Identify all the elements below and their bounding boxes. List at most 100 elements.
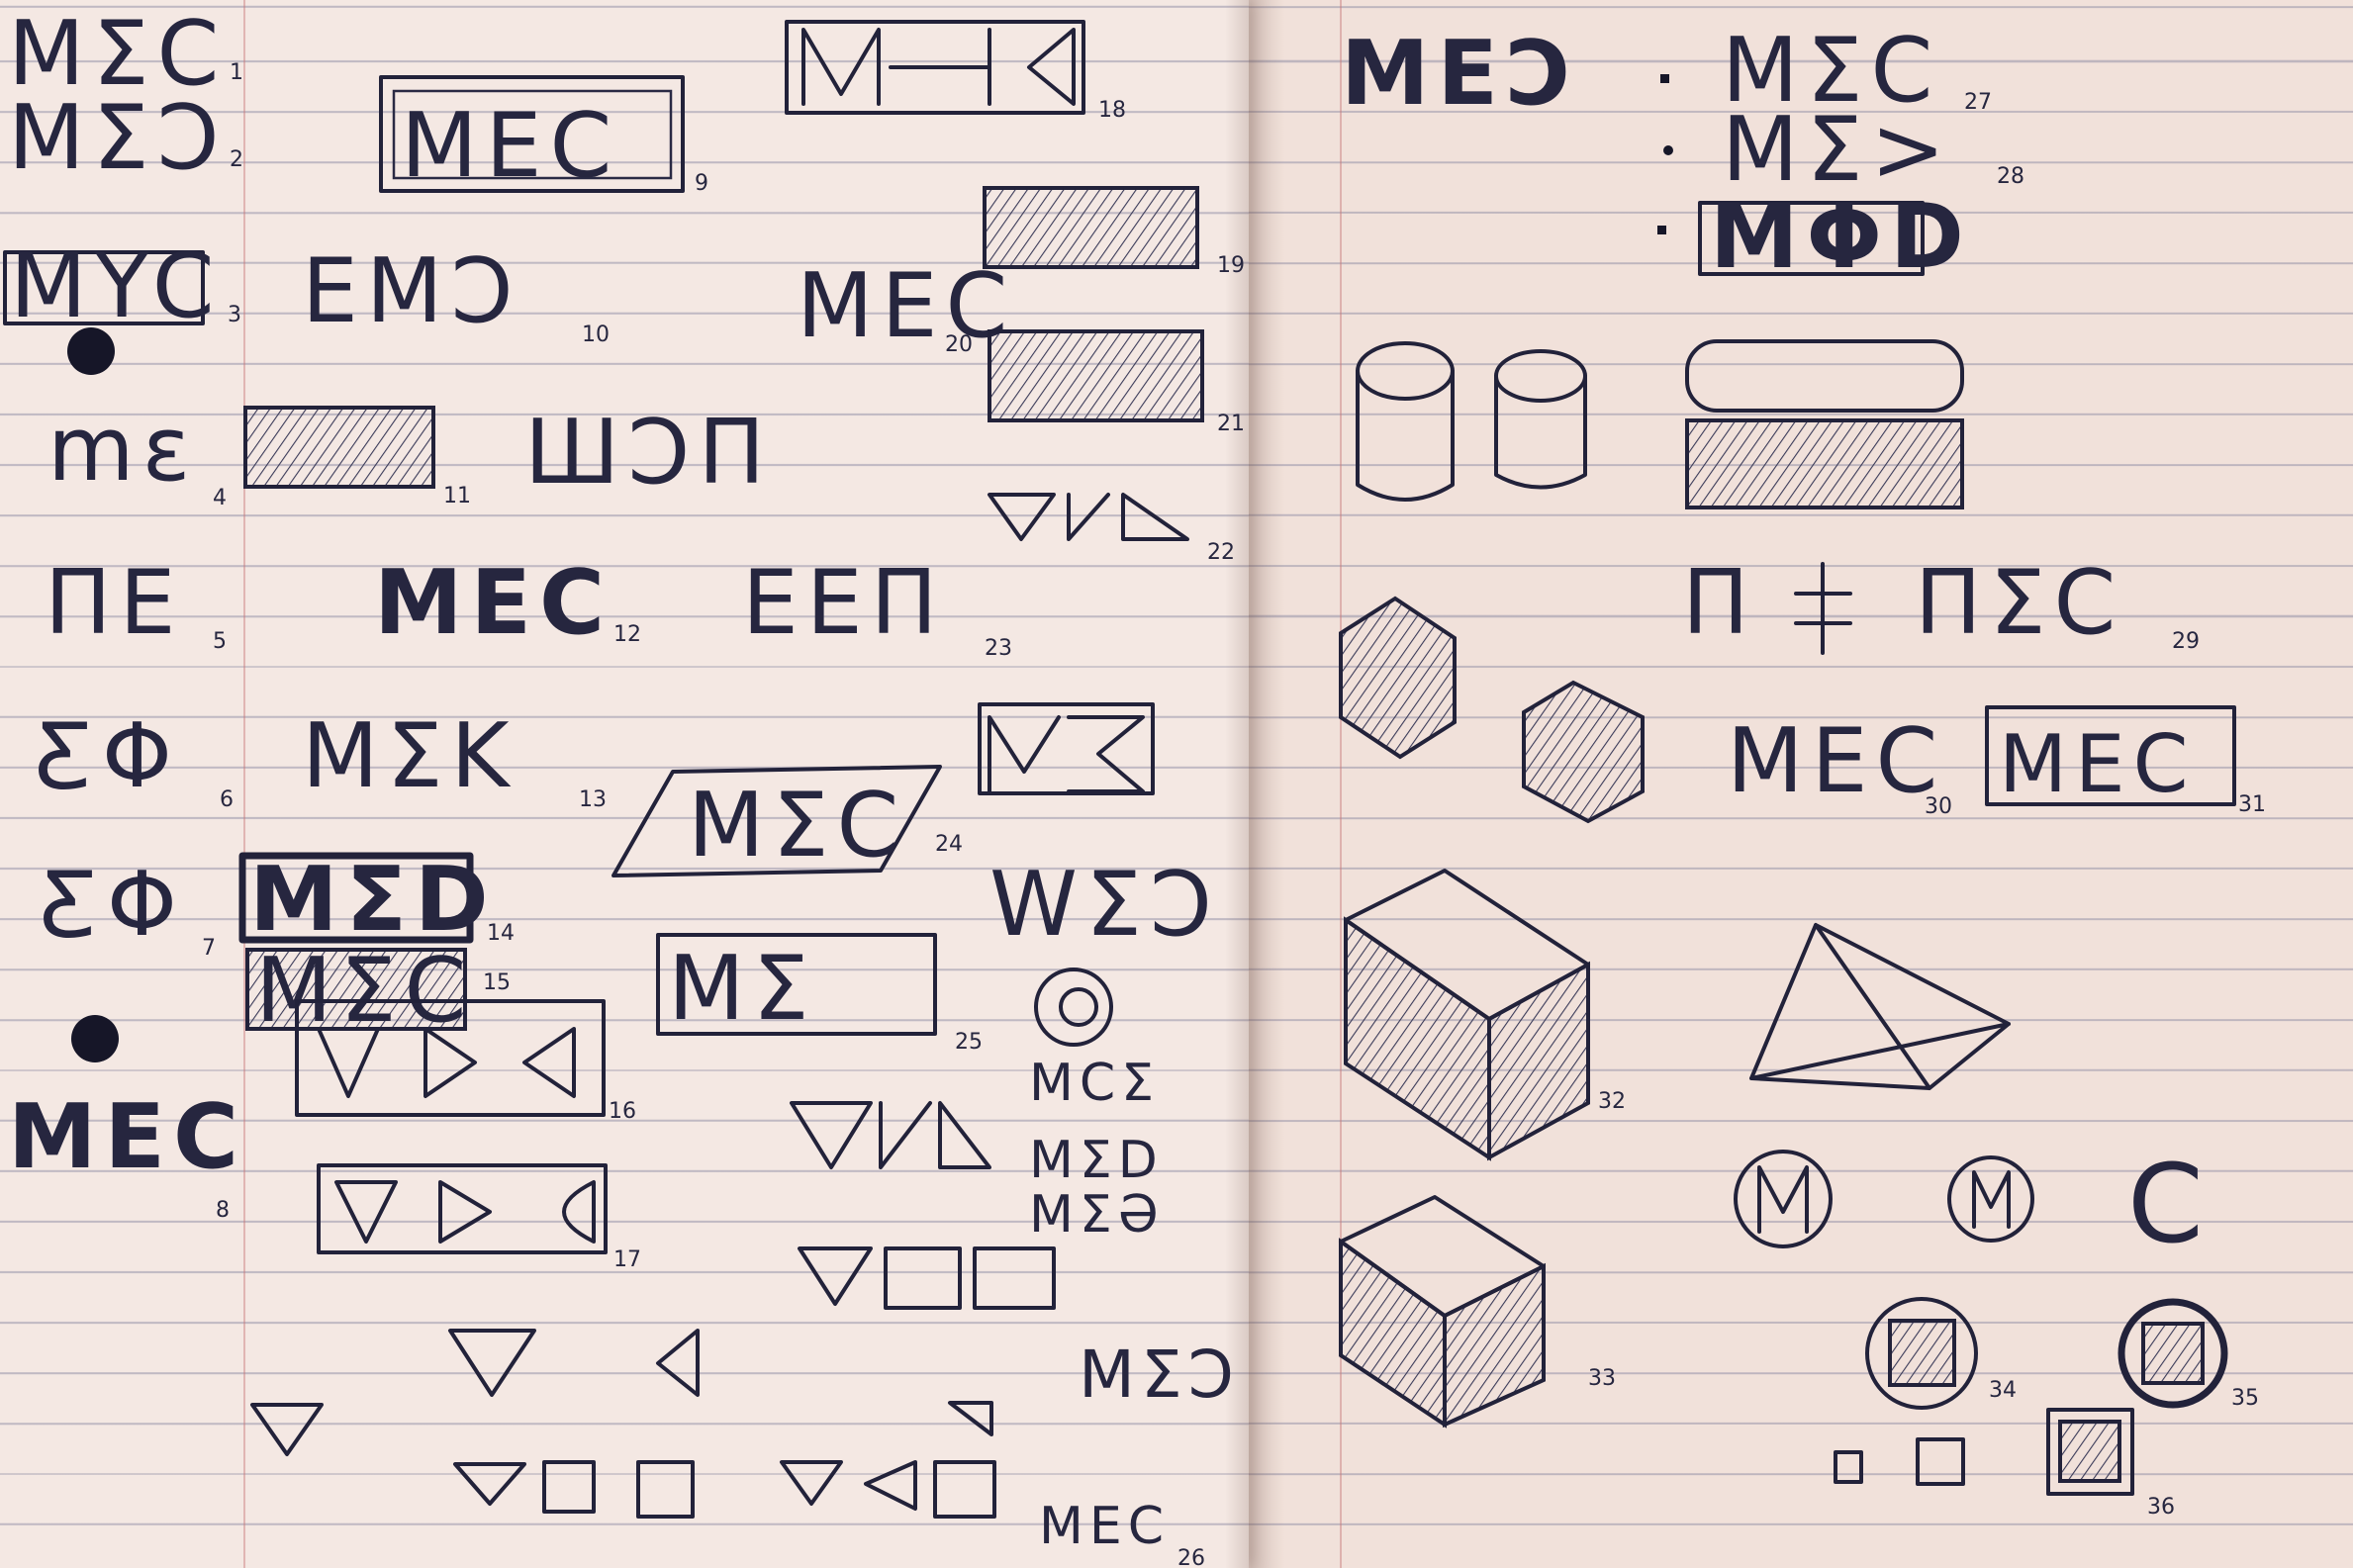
cylinder-top bbox=[1494, 349, 1587, 403]
cylinder-top bbox=[1356, 341, 1455, 401]
sketch-wed-text: WΣƆ bbox=[989, 853, 1220, 957]
circled-m-icon bbox=[1734, 1150, 1833, 1248]
sketch-23-text: EEП bbox=[742, 551, 945, 655]
sketch-21-box bbox=[988, 329, 1204, 422]
circled-m-icon bbox=[1947, 1155, 2034, 1243]
medium-square-m bbox=[1916, 1437, 1965, 1486]
ink-sketches: MΣC 1 MΣƆ 2 MYC 3 mε 4 ΠE 5 ƸΦ 6 ƸΦ 7 ME… bbox=[3, 2, 2266, 1568]
pyramid-icon bbox=[1749, 923, 2011, 1090]
sketch-34-box bbox=[1888, 1319, 1956, 1387]
sketch-24-text: MΣC bbox=[688, 774, 906, 877]
sketch-23-number: 23 bbox=[985, 636, 1012, 661]
bullet-square bbox=[1657, 226, 1666, 234]
bullet-dot bbox=[71, 1015, 119, 1062]
sketch-5-number: 5 bbox=[213, 629, 227, 654]
triangle-down-icon bbox=[780, 1460, 843, 1506]
triangle-down-icon bbox=[988, 493, 1056, 541]
sketch-10-number: 10 bbox=[582, 323, 610, 347]
triangle-down-icon bbox=[453, 1462, 526, 1506]
sketch-26-text: MEC bbox=[1039, 1497, 1170, 1556]
sketch-19-number: 19 bbox=[1217, 253, 1245, 278]
triangle-left-icon bbox=[948, 1401, 993, 1436]
sketch-22-shapes bbox=[1067, 493, 1189, 541]
sketch-35-number: 35 bbox=[2231, 1386, 2259, 1411]
sketch-19-box bbox=[983, 186, 1199, 269]
sketch-29-number: 29 bbox=[2172, 629, 2200, 654]
sketch-2-number: 2 bbox=[230, 147, 243, 172]
sketch-9-number: 9 bbox=[695, 171, 708, 196]
cube-left-face bbox=[1339, 1238, 1447, 1429]
triangle-down-icon bbox=[250, 1403, 324, 1456]
sketch-b-box bbox=[973, 1246, 1056, 1310]
sketch-4-text: mε bbox=[47, 398, 198, 502]
sketch-11-box bbox=[243, 406, 435, 489]
sketch-14-text: MΣD bbox=[249, 848, 497, 952]
sketch-box-mirror-letters bbox=[988, 715, 1145, 793]
bullet-dot bbox=[1663, 145, 1673, 155]
sketch-35-box bbox=[2141, 1322, 2205, 1385]
sketch-15-number: 15 bbox=[483, 970, 511, 995]
sketch-11-text: ШƆП bbox=[524, 401, 773, 505]
sketch-25-number: 25 bbox=[955, 1030, 983, 1055]
sketch-14-number: 14 bbox=[487, 921, 515, 946]
cube-icon bbox=[1339, 596, 1457, 760]
sketch-hatched-frame bbox=[1685, 418, 1964, 509]
sketch-rounded-frame bbox=[1685, 339, 1964, 413]
sketch-e-box bbox=[884, 1246, 962, 1310]
sketch-med-header: MEƆ bbox=[1341, 22, 1579, 126]
triangle-left-icon bbox=[864, 1460, 917, 1511]
sketch-30-number: 30 bbox=[1925, 794, 1952, 819]
sketch-7-text: ƸΦ bbox=[40, 853, 185, 957]
sketch-18-letters bbox=[801, 28, 1076, 106]
triangle-right-icon bbox=[438, 1180, 492, 1244]
sketch-29-text: ΠΣC bbox=[1915, 551, 2123, 655]
sketch-meo-text: MΣƏ bbox=[1029, 1185, 1165, 1245]
sketch-21-number: 21 bbox=[1217, 412, 1245, 436]
cube-icon bbox=[1522, 680, 1645, 824]
sketch-b-box bbox=[933, 1460, 996, 1519]
sketch-12-text: MEC bbox=[374, 551, 612, 655]
sketch-6-text: ƸΦ bbox=[35, 704, 180, 808]
sketch-34-number: 34 bbox=[1989, 1378, 2017, 1403]
bullet-dot bbox=[67, 327, 115, 375]
at-sign-icon bbox=[1059, 987, 1098, 1027]
sketch-2-text: MΣƆ bbox=[8, 86, 228, 190]
at-sign-icon bbox=[1034, 968, 1113, 1047]
sketch-31-number: 31 bbox=[2238, 792, 2266, 817]
sketch-9-text: MEC bbox=[401, 94, 619, 198]
sketch-22-number: 22 bbox=[1207, 540, 1235, 565]
triangle-down-icon bbox=[790, 1101, 873, 1169]
bullet-square bbox=[1660, 74, 1669, 83]
sketch-7-number: 7 bbox=[202, 936, 216, 961]
sketch-8-number: 8 bbox=[216, 1198, 230, 1223]
sketch-20-number: 20 bbox=[945, 332, 973, 357]
half-circle-icon bbox=[562, 1180, 596, 1244]
sketch-10-text: EMƆ bbox=[302, 239, 521, 343]
cube-left-face bbox=[1344, 916, 1491, 1161]
sketch-3-number: 3 bbox=[228, 303, 241, 327]
sketch-12-number: 12 bbox=[613, 622, 641, 647]
sketch-phi-shape bbox=[1794, 562, 1852, 655]
sketch-28-number: 28 bbox=[1997, 164, 2024, 189]
circled-m-letter bbox=[1757, 1165, 1809, 1234]
sketch-k-box bbox=[542, 1460, 596, 1514]
sketch-mce-text: MCΣ bbox=[1029, 1054, 1160, 1113]
triangle-down-icon bbox=[334, 1180, 398, 1244]
triangle-left-icon bbox=[656, 1329, 700, 1397]
sketch-med-large: MΣƆ bbox=[1079, 1337, 1240, 1413]
sketch-36-box bbox=[2058, 1420, 2121, 1483]
small-square-m bbox=[1834, 1450, 1863, 1484]
cube-right-face bbox=[1487, 961, 1590, 1161]
sketch-24-number: 24 bbox=[935, 832, 963, 857]
sketch-13-text: MΣK bbox=[302, 704, 518, 808]
sketch-13-number: 13 bbox=[579, 787, 607, 812]
triangle-down-icon bbox=[798, 1246, 873, 1306]
sketch-4-number: 4 bbox=[213, 486, 227, 510]
sketch-25-text: MΣ bbox=[668, 937, 817, 1041]
sketch-c-text: C bbox=[2127, 1141, 2212, 1267]
sketch-17-number: 17 bbox=[613, 1247, 641, 1272]
sketch-8-text: MEC bbox=[8, 1085, 246, 1189]
sketch-32-number: 32 bbox=[1598, 1089, 1626, 1114]
sketch-6-number: 6 bbox=[220, 787, 234, 812]
sketch-36-number: 36 bbox=[2147, 1495, 2175, 1520]
